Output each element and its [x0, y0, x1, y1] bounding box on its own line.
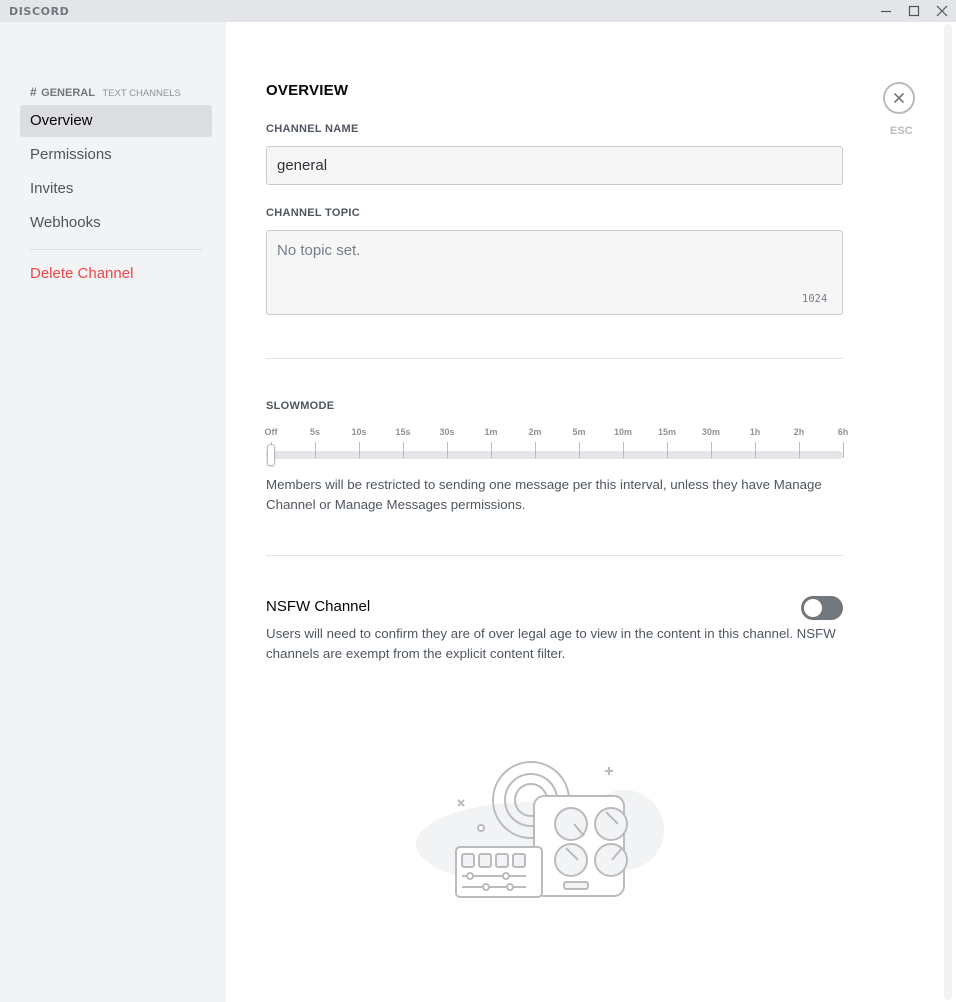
slowmode-tick-mark	[447, 442, 448, 458]
channel-topic-input[interactable]	[266, 230, 843, 315]
slowmode-tick-mark	[843, 442, 844, 458]
close-settings-button[interactable]	[883, 82, 915, 114]
slowmode-tick-label: 1m	[484, 427, 498, 437]
slowmode-tick-mark	[535, 442, 536, 458]
slowmode-tick-mark	[799, 442, 800, 458]
slowmode-tick-label: 10m	[613, 427, 633, 437]
minimize-button[interactable]	[872, 0, 900, 22]
sidebar-item-invites[interactable]: Invites	[20, 173, 212, 205]
topic-char-counter: 1024	[802, 293, 828, 305]
nsfw-toggle[interactable]	[801, 596, 843, 620]
nsfw-description: Users will need to confirm they are of o…	[266, 626, 836, 661]
slowmode-tick-mark	[315, 442, 316, 458]
toggle-knob	[804, 599, 822, 617]
hash-icon: #	[30, 85, 37, 99]
channel-category-label: TEXT CHANNELS	[102, 88, 181, 99]
sidebar-item-overview[interactable]: Overview	[20, 105, 212, 137]
slowmode-tick-label: 15s	[395, 427, 411, 437]
slowmode-tick-mark	[491, 442, 492, 458]
slowmode-tick-mark	[667, 442, 668, 458]
channel-name-input[interactable]	[266, 146, 843, 185]
discord-logo: DISCORD	[9, 5, 70, 18]
slowmode-tick-mark	[403, 442, 404, 458]
section-divider	[266, 358, 843, 359]
settings-sidebar: # GENERAL TEXT CHANNELS Overview Permiss…	[0, 22, 226, 1002]
settings-content: OVERVIEW CHANNEL NAME CHANNEL TOPIC 1024…	[226, 22, 942, 1002]
slowmode-tick-label: 5m	[572, 427, 586, 437]
slowmode-tick-label: 10s	[351, 427, 367, 437]
slowmode-tick-label: 2m	[528, 427, 542, 437]
maximize-button[interactable]	[900, 0, 928, 22]
slowmode-tick-mark	[579, 442, 580, 458]
page-title: OVERVIEW	[266, 82, 349, 99]
slowmode-tick-label: 2h	[793, 427, 805, 437]
slowmode-tick-label: 5s	[309, 427, 321, 437]
maximize-icon	[908, 5, 920, 17]
delete-channel-button[interactable]: Delete Channel	[20, 258, 212, 290]
slowmode-tick-mark	[711, 442, 712, 458]
scrollbar[interactable]	[944, 24, 952, 1000]
title-bar: DISCORD	[0, 0, 956, 22]
channel-name-label: GENERAL	[41, 87, 95, 99]
esc-label: ESC	[890, 125, 913, 137]
nsfw-title: NSFW Channel	[266, 598, 371, 615]
slowmode-tick-label: 30m	[701, 427, 721, 437]
settings-illustration	[416, 761, 664, 898]
section-divider	[266, 555, 843, 556]
slider-grabber[interactable]	[267, 444, 275, 466]
sidebar-item-webhooks[interactable]: Webhooks	[20, 207, 212, 239]
sidebar-divider	[30, 249, 202, 250]
slowmode-label: SLOWMODE	[266, 400, 335, 412]
slider-track[interactable]	[266, 451, 843, 459]
close-icon	[893, 92, 905, 104]
slowmode-slider[interactable]: Off 5s 10s 15s 30s 1m 2m 5m 10m 15m 30m 1h 2h 6h	[264, 427, 848, 467]
sidebar-item-permissions[interactable]: Permissions	[20, 139, 212, 171]
slowmode-tick-mark	[755, 442, 756, 458]
slowmode-tick-label: 1h	[749, 427, 761, 437]
slowmode-tick-mark	[623, 442, 624, 458]
slowmode-tick-label: 6h	[837, 427, 849, 437]
window-close-button[interactable]	[928, 0, 956, 22]
slowmode-tick-label: 30s	[439, 427, 455, 437]
slowmode-tick-mark	[359, 442, 360, 458]
sidebar-header: # GENERAL TEXT CHANNELS	[30, 83, 181, 101]
channel-name-label: CHANNEL NAME	[266, 123, 359, 135]
channel-topic-label: CHANNEL TOPIC	[266, 207, 360, 219]
minimize-icon	[881, 10, 891, 13]
slowmode-description: Members will be restricted to sending on…	[266, 477, 822, 512]
slowmode-tick-label: Off	[264, 427, 278, 437]
close-icon	[936, 5, 948, 17]
slowmode-tick-label: 15m	[657, 427, 677, 437]
